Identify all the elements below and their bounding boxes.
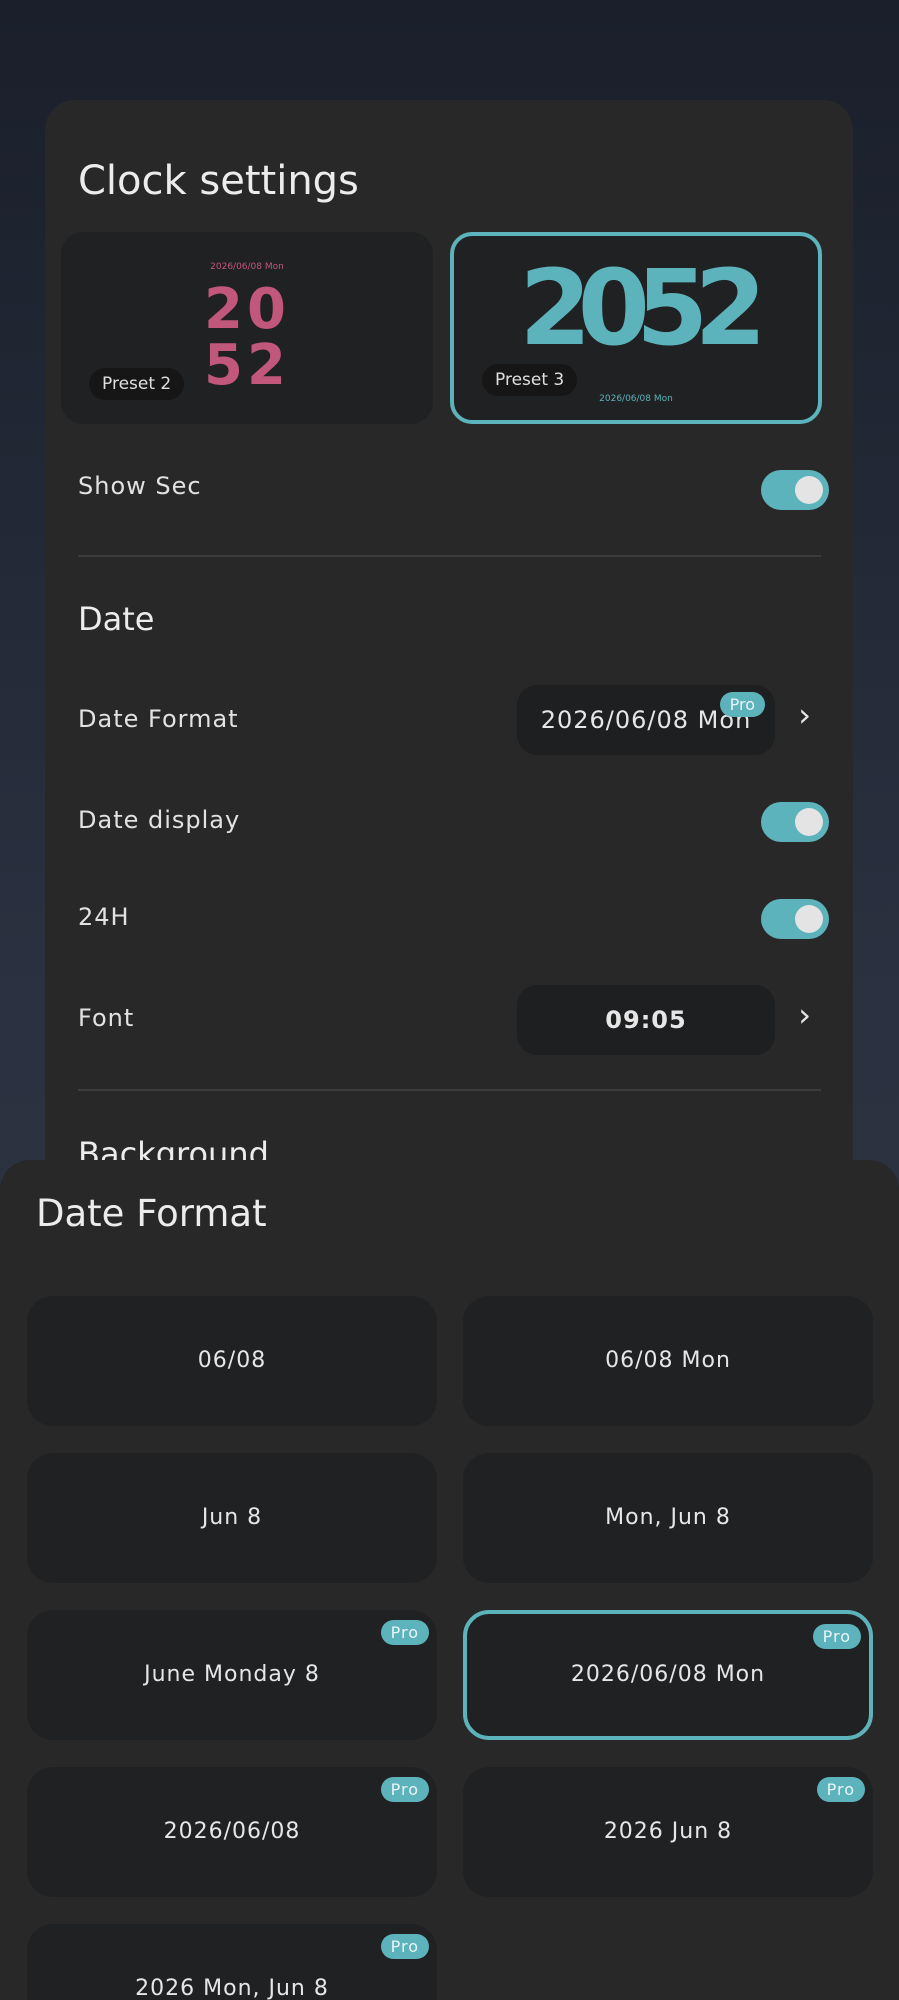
24h-toggle[interactable]	[761, 899, 829, 939]
date-format-label: Date Format	[78, 705, 239, 733]
preset-2-label: Preset 2	[89, 368, 185, 400]
option-label: 06/08 Mon	[605, 1348, 731, 1373]
date-format-option[interactable]: 2026 Jun 8 Pro	[463, 1767, 873, 1897]
font-value[interactable]: 09:05	[517, 985, 775, 1055]
chevron-right-icon[interactable]: ›	[798, 996, 811, 1034]
preset-3-card[interactable]: 2052 2026/06/08 Mon Preset 3	[450, 232, 822, 424]
option-label: 2026/06/08	[163, 1819, 301, 1844]
page-title: Clock settings	[78, 158, 359, 204]
show-sec-toggle[interactable]	[761, 470, 829, 510]
pro-badge: Pro	[812, 1624, 861, 1650]
preset-2-hours: 20	[204, 277, 290, 342]
preset-3-label: Preset 3	[482, 364, 578, 396]
option-label: 06/08	[197, 1348, 267, 1373]
option-label: 2026 Jun 8	[603, 1819, 733, 1844]
date-format-option[interactable]: 06/08	[27, 1296, 437, 1426]
chevron-right-icon[interactable]: ›	[798, 696, 811, 734]
pro-badge: Pro	[380, 1934, 429, 1960]
pro-badge: Pro	[719, 692, 765, 717]
option-label: 2026/06/08 Mon	[570, 1662, 766, 1687]
option-label: Mon, Jun 8	[605, 1505, 731, 1530]
preset-3-time: 2052	[519, 247, 766, 369]
pro-badge: Pro	[380, 1777, 429, 1803]
toggle-knob	[795, 476, 823, 504]
toggle-knob	[795, 905, 823, 933]
date-format-option[interactable]: 2026/06/08 Pro	[27, 1767, 437, 1897]
24h-label: 24H	[78, 903, 130, 931]
option-label: Jun 8	[201, 1505, 263, 1530]
preset-2-date: 2026/06/08 Mon	[210, 262, 284, 272]
date-format-option[interactable]: Mon, Jun 8	[463, 1453, 873, 1583]
show-sec-label: Show Sec	[78, 472, 202, 500]
date-format-sheet: Date Format 06/08 06/08 Mon Jun 8 Mon, J…	[0, 1160, 899, 2000]
sheet-title: Date Format	[36, 1192, 267, 1235]
pro-badge: Pro	[380, 1620, 429, 1646]
date-format-option[interactable]: Jun 8	[27, 1453, 437, 1583]
font-label: Font	[78, 1004, 135, 1032]
divider	[78, 555, 821, 557]
date-display-toggle[interactable]	[761, 802, 829, 842]
date-section-heading: Date	[78, 600, 155, 638]
divider	[78, 1089, 821, 1091]
option-label: 2026 Mon, Jun 8	[135, 1976, 329, 2000]
date-format-option[interactable]: 06/08 Mon	[463, 1296, 873, 1426]
date-format-option[interactable]: June Monday 8 Pro	[27, 1610, 437, 1740]
date-format-option[interactable]: 2026 Mon, Jun 8 Pro	[27, 1924, 437, 2000]
clock-settings-card: Clock settings 2026/06/08 Mon 20 52 Pres…	[45, 100, 853, 1300]
pro-badge: Pro	[816, 1777, 865, 1803]
toggle-knob	[795, 808, 823, 836]
preset-2-card[interactable]: 2026/06/08 Mon 20 52 Preset 2	[61, 232, 433, 424]
date-display-label: Date display	[78, 806, 241, 834]
option-label: June Monday 8	[144, 1662, 320, 1687]
date-format-option-selected[interactable]: 2026/06/08 Mon Pro	[463, 1610, 873, 1740]
